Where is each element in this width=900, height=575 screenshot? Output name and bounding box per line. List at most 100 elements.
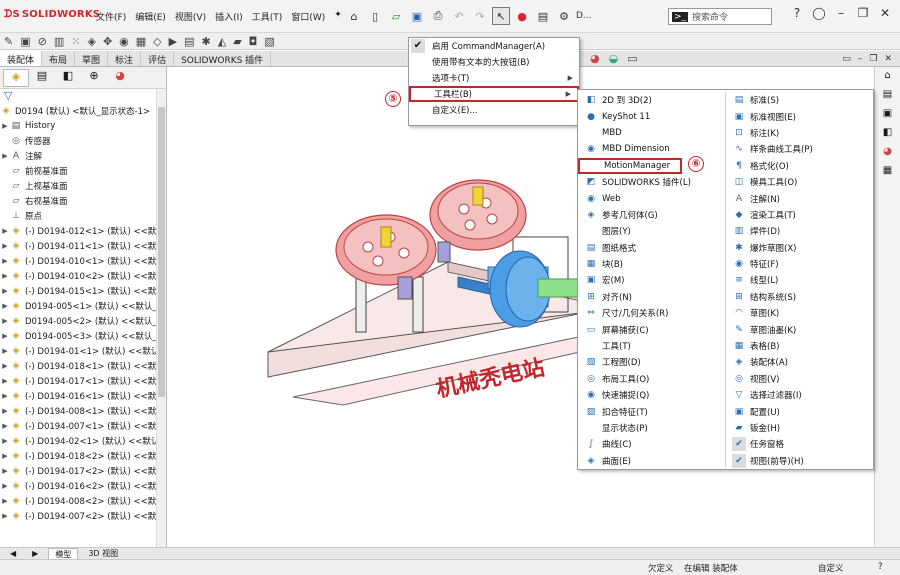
tree-item[interactable]: ▶ ◈ D0194-005<1> (默认) <<默认_ xyxy=(0,298,166,313)
save-icon[interactable]: ▣ xyxy=(408,7,426,25)
viewport-restore-icon[interactable]: ❐ xyxy=(869,54,877,64)
toolbar-menu-item[interactable]: ◧ 2D 到 3D(2) xyxy=(580,92,691,108)
tab-layout[interactable]: 布局 xyxy=(42,51,76,66)
toolbar-menu-item[interactable]: ◩ SOLIDWORKS 插件(L) xyxy=(580,174,691,190)
toolbar-menu-item[interactable]: ✔ 视图(前导)(H) xyxy=(728,453,813,469)
tree-item[interactable]: ▶ ◈ (-) D0194-008<1> (默认) <<默 xyxy=(0,403,166,418)
toolbar-menu-item[interactable]: ◈ 曲面(E) xyxy=(580,453,691,469)
tree-item[interactable]: ▱ 上视基准面 xyxy=(0,178,166,193)
toolbar-menu-item[interactable]: ▰ 钣金(H) xyxy=(728,420,813,436)
menu-edit[interactable]: 编辑(E) xyxy=(135,10,166,23)
status-help-icon[interactable]: ? xyxy=(878,562,883,572)
toolbar-menu-item[interactable]: ◉ MBD Dimension xyxy=(580,141,691,157)
toolbar-menu-item[interactable]: ◆ 渲染工具(T) xyxy=(728,207,813,223)
expand-arrow-icon[interactable]: ▶ xyxy=(0,362,10,370)
expand-arrow-icon[interactable]: ▶ xyxy=(0,227,10,235)
design-library-icon[interactable]: ▤ xyxy=(879,89,897,105)
scene-icon[interactable]: ◒ xyxy=(609,52,619,65)
solidworks-resources-icon[interactable]: ⌂ xyxy=(879,70,897,86)
tree-item[interactable]: ▶ ◈ D0194-005<2> (默认) <<默认_ xyxy=(0,313,166,328)
toolbar-menu-item[interactable]: 显示状态(P) xyxy=(580,420,691,436)
toolbar-menu-item[interactable]: ⊡ 标注(K) xyxy=(728,125,813,141)
bill-of-materials-icon[interactable]: ▤ xyxy=(184,35,194,48)
solidworks-logo[interactable]: ᗪS SOLIDWORKS xyxy=(4,9,100,20)
toolbar-menu-item[interactable]: MotionManager xyxy=(578,157,682,174)
tree-item[interactable]: ⊥ 原点 xyxy=(0,208,166,223)
large-assembly-icon[interactable]: ▧ xyxy=(264,35,274,48)
toolbar-menu-item[interactable]: ▣ 标准视图(E) xyxy=(728,108,813,124)
custom-properties-icon[interactable]: ▦ xyxy=(879,165,897,181)
minimize-icon[interactable]: – xyxy=(830,6,852,20)
tree-item[interactable]: ▶ ◈ (-) D0194-01<1> (默认) <<默认_ xyxy=(0,343,166,358)
expand-arrow-icon[interactable]: ▶ xyxy=(0,257,10,265)
tab-addins[interactable]: SOLIDWORKS 插件 xyxy=(174,51,272,66)
tab-3d-views[interactable]: 3D 视图 xyxy=(82,548,124,559)
menu-insert[interactable]: 插入(I) xyxy=(215,10,243,23)
property-manager-tab-icon[interactable]: ▤ xyxy=(29,69,55,87)
toolbar-menu-item[interactable]: ⊞ 对齐(N) xyxy=(580,289,691,305)
toolbar-menu-item[interactable]: ◉ 特征(F) xyxy=(728,256,813,272)
toolbar-menu-item[interactable]: ▤ 图纸格式 xyxy=(580,240,691,256)
tree-item[interactable]: ▶ ◈ (-) D0194-016<2> (默认) <<默 xyxy=(0,478,166,493)
expand-arrow-icon[interactable]: ▶ xyxy=(0,347,10,355)
options-gear-icon[interactable]: ⚙ xyxy=(555,7,573,25)
toolbar-menu-item[interactable]: ◎ 布局工具(O) xyxy=(580,371,691,387)
expand-arrow-icon[interactable]: ▶ xyxy=(0,437,10,445)
toolbar-menu-item[interactable]: 工具(T) xyxy=(580,338,691,354)
tree-item[interactable]: ▱ 右视基准面 xyxy=(0,193,166,208)
toolbar-menu-item[interactable]: ▣ 宏(M) xyxy=(580,272,691,288)
toolbar-menu-item[interactable]: ∿ 样条曲线工具(P) xyxy=(728,141,813,157)
toolbar-menu-item[interactable]: ≡ 线型(L) xyxy=(728,272,813,288)
toolbar-menu-item[interactable]: ▤ 标准(S) xyxy=(728,92,813,108)
restore-icon[interactable]: ❐ xyxy=(852,6,874,20)
toolbar-menu-item[interactable]: ◎ 视图(V) xyxy=(728,371,813,387)
update-speedpak-icon[interactable]: ▰ xyxy=(233,35,241,48)
filter-icon[interactable]: ▽ xyxy=(0,89,166,103)
take-snapshot-icon[interactable]: ◘ xyxy=(249,35,258,48)
expand-arrow-icon[interactable]: ▶ xyxy=(0,317,10,325)
tree-item[interactable]: ▶ ◈ (-) D0194-02<1> (默认) <<默认_ xyxy=(0,433,166,448)
tree-scrollbar[interactable] xyxy=(156,89,166,547)
tab-evaluate[interactable]: 评估 xyxy=(141,51,175,66)
toolbar-menu-item[interactable]: ▦ 表格(B) xyxy=(728,338,813,354)
tab-scroll-right-icon[interactable]: ▶ xyxy=(26,549,44,558)
print-icon[interactable]: ⎙ xyxy=(429,7,447,25)
tab-scroll-left-icon[interactable]: ◀ xyxy=(4,549,22,558)
menu-view[interactable]: 视图(V) xyxy=(175,10,206,23)
smart-fasteners-icon[interactable]: ◈ xyxy=(87,35,95,48)
new-document-icon[interactable]: ▯ xyxy=(366,7,384,25)
toolbar-menu-item[interactable]: MBD xyxy=(580,125,691,141)
tree-item[interactable]: ▶ ◈ (-) D0194-012<1> (默认) <<默 xyxy=(0,223,166,238)
configuration-manager-tab-icon[interactable]: ◧ xyxy=(55,69,81,87)
toolbar-menu-item[interactable]: 图层(Y) xyxy=(580,223,691,239)
status-units[interactable]: 自定义 xyxy=(818,562,844,574)
toolbar-menu-item[interactable]: ▥ 焊件(D) xyxy=(728,223,813,239)
close-icon[interactable]: ✕ xyxy=(874,6,896,20)
toolbar-menu-item[interactable]: ∫ 曲线(C) xyxy=(580,436,691,452)
toolbar-menu-item[interactable]: ✱ 爆炸草图(X) xyxy=(728,240,813,256)
undo-icon[interactable]: ↶ xyxy=(450,7,468,25)
select-icon[interactable]: ↖ xyxy=(492,7,510,25)
home-icon[interactable]: ⌂ xyxy=(345,7,363,25)
expand-arrow-icon[interactable]: ▶ xyxy=(0,152,10,160)
tree-item[interactable]: ▶ ◈ (-) D0194-015<1> (默认) <<默 xyxy=(0,283,166,298)
tree-item[interactable]: ▶ ◈ (-) D0194-007<1> (默认) <<默 xyxy=(0,418,166,433)
show-hidden-icon[interactable]: ◉ xyxy=(119,35,129,48)
tree-item[interactable]: ▶ ◈ (-) D0194-017<1> (默认) <<默 xyxy=(0,373,166,388)
tree-root[interactable]: ◈ D0194 (默认) <默认_显示状态-1> xyxy=(0,103,166,118)
toolbar-menu-item[interactable]: ▧ 工程图(D) xyxy=(580,354,691,370)
toolbar-menu-item[interactable]: ⊞ 结构系统(S) xyxy=(728,289,813,305)
appearance-icon[interactable]: ◕ xyxy=(590,52,600,65)
expand-arrow-icon[interactable]: ▶ xyxy=(0,332,10,340)
expand-arrow-icon[interactable]: ▶ xyxy=(0,272,10,280)
user-icon[interactable]: ◯ xyxy=(808,6,830,20)
exploded-view-icon[interactable]: ✱ xyxy=(202,35,211,48)
tree-item[interactable]: ▶ ◈ (-) D0194-018<1> (默认) <<默 xyxy=(0,358,166,373)
dimxpert-manager-tab-icon[interactable]: ⊕ xyxy=(81,69,107,87)
redo-icon[interactable]: ↷ xyxy=(471,7,489,25)
expand-arrow-icon[interactable]: ▶ xyxy=(0,407,10,415)
tab-model[interactable]: 模型 xyxy=(48,547,79,560)
toolbar-menu-item[interactable]: ✔ 任务窗格 xyxy=(728,436,813,452)
toolbar-menu-item[interactable]: ⇔ 尺寸/几何关系(R) xyxy=(580,305,691,321)
toolbar-menu-item[interactable]: ◉ 快速捕捉(Q) xyxy=(580,387,691,403)
